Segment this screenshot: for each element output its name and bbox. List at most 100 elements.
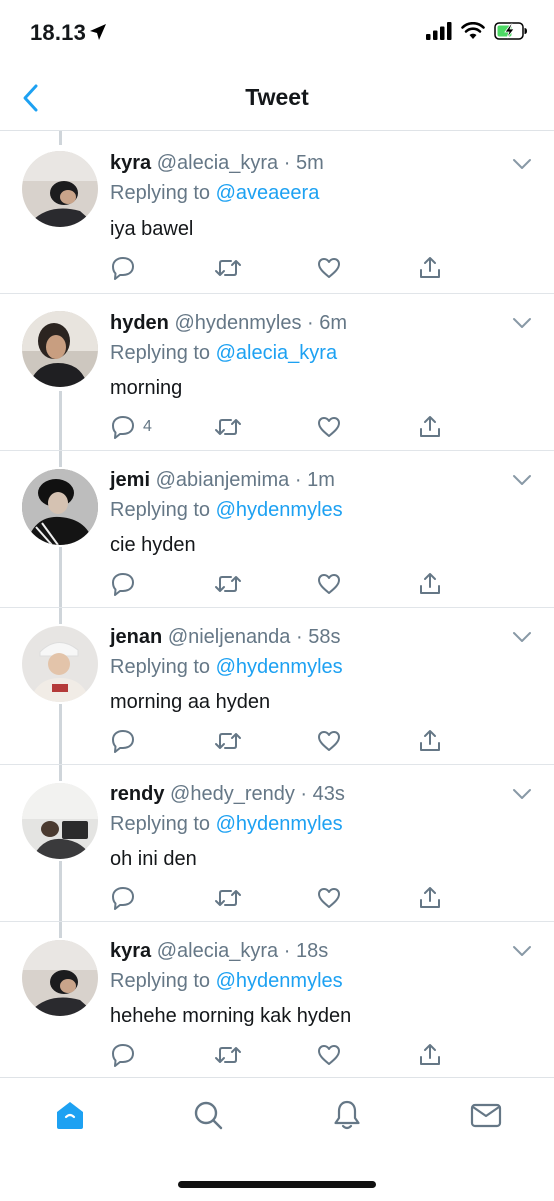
avatar[interactable] — [22, 151, 98, 227]
reply-icon — [112, 887, 134, 910]
chevron-down-icon[interactable] — [512, 157, 532, 171]
separator-dot: · — [278, 940, 296, 962]
mention-link[interactable]: @alecia_kyra — [216, 342, 337, 364]
tweet-text: hehehe morning kak hyden — [110, 1005, 352, 1027]
replying-to: Replying to @hydenmyles — [110, 656, 343, 679]
retweet-button[interactable] — [214, 1042, 242, 1068]
reply-button[interactable]: 4 — [110, 414, 152, 440]
retweet-button[interactable] — [214, 885, 242, 911]
thread-line — [59, 547, 62, 607]
display-name[interactable]: hyden — [110, 312, 169, 334]
share-button[interactable] — [417, 1042, 443, 1068]
reply-button[interactable] — [110, 728, 143, 754]
avatar[interactable] — [22, 626, 98, 702]
retweet-button[interactable] — [214, 728, 242, 754]
display-name[interactable]: jenan — [110, 626, 162, 648]
tweet-actions — [110, 571, 450, 599]
user-handle[interactable]: @nieljenanda — [168, 626, 291, 648]
mention-link[interactable]: @hydenmyles — [216, 970, 343, 992]
reply-button[interactable] — [110, 255, 143, 281]
tweet-text: morning aa hyden — [110, 691, 271, 713]
retweet-button[interactable] — [214, 414, 242, 440]
retweet-icon — [215, 260, 241, 276]
chevron-down-icon[interactable] — [512, 630, 532, 644]
like-button[interactable] — [316, 1042, 342, 1068]
user-handle[interactable]: @alecia_kyra — [157, 940, 278, 962]
share-button[interactable] — [417, 571, 443, 597]
heart-icon — [318, 258, 340, 278]
share-button[interactable] — [417, 885, 443, 911]
mention-link[interactable]: @aveaeera — [216, 182, 320, 204]
retweet-icon — [215, 576, 241, 592]
tweet[interactable]: kyra @alecia_kyra · 5m Replying to @avea… — [0, 131, 554, 294]
like-button[interactable] — [316, 414, 342, 440]
replying-label: Replying to — [110, 970, 211, 992]
home-icon[interactable] — [53, 1098, 87, 1132]
separator-dot: · — [289, 469, 308, 491]
tweet[interactable]: jemi @abianjemima · 1m Replying to @hyde… — [0, 451, 554, 608]
tweet[interactable]: rendy @hedy_rendy · 43s Replying to @hyd… — [0, 765, 554, 922]
heart-icon — [318, 888, 340, 908]
tweet-text: iya bawel — [110, 218, 194, 240]
share-icon — [420, 257, 440, 278]
retweet-button[interactable] — [214, 255, 242, 281]
bell-icon[interactable] — [330, 1098, 364, 1132]
tweet-actions — [110, 885, 450, 913]
like-button[interactable] — [316, 571, 342, 597]
tweet[interactable]: kyra @alecia_kyra · 18s Replying to @hyd… — [0, 922, 554, 1078]
tweet[interactable]: jenan @nieljenanda · 58s Replying to @hy… — [0, 608, 554, 765]
like-button[interactable] — [316, 255, 342, 281]
share-button[interactable] — [417, 255, 443, 281]
separator-dot: · — [290, 626, 309, 648]
chevron-down-icon[interactable] — [512, 787, 532, 801]
search-icon[interactable] — [191, 1098, 225, 1132]
display-name[interactable]: jemi — [110, 469, 150, 491]
tweet-header: kyra @alecia_kyra · 5m — [110, 152, 324, 175]
tweet-actions — [110, 255, 450, 283]
user-handle[interactable]: @alecia_kyra — [157, 152, 278, 174]
battery-charging-icon — [494, 22, 527, 40]
thread-line — [59, 451, 62, 467]
share-icon — [420, 416, 440, 437]
tweet-time: 1m — [307, 469, 335, 491]
chevron-down-icon[interactable] — [512, 944, 532, 958]
tweet-time: 5m — [295, 152, 324, 174]
chevron-down-icon[interactable] — [512, 316, 532, 330]
display-name[interactable]: kyra — [110, 940, 151, 962]
tweet-actions — [110, 1042, 450, 1070]
like-button[interactable] — [316, 728, 342, 754]
reply-button[interactable] — [110, 885, 143, 911]
mention-link[interactable]: @hydenmyles — [216, 813, 343, 835]
user-handle[interactable]: @abianjemima — [156, 469, 290, 491]
replying-label: Replying to — [110, 342, 211, 364]
replying-to: Replying to @hydenmyles — [110, 970, 343, 993]
mention-link[interactable]: @hydenmyles — [216, 656, 343, 678]
chevron-down-icon[interactable] — [512, 473, 532, 487]
thread-line — [59, 131, 62, 145]
user-handle[interactable]: @hedy_rendy — [170, 783, 295, 805]
display-name[interactable]: rendy — [110, 783, 164, 805]
reply-button[interactable] — [110, 1042, 143, 1068]
reply-icon — [112, 1044, 134, 1067]
tweet-actions — [110, 728, 450, 756]
avatar[interactable] — [22, 783, 98, 859]
mail-icon[interactable] — [469, 1098, 503, 1132]
retweet-icon — [215, 1047, 241, 1063]
display-name[interactable]: kyra — [110, 152, 151, 174]
avatar[interactable] — [22, 469, 98, 545]
tweet[interactable]: hyden @hydenmyles · 6m Replying to @alec… — [0, 294, 554, 451]
reply-button[interactable] — [110, 571, 143, 597]
replying-to: Replying to @hydenmyles — [110, 499, 343, 522]
replying-label: Replying to — [110, 499, 211, 521]
like-button[interactable] — [316, 885, 342, 911]
avatar[interactable] — [22, 311, 98, 387]
heart-icon — [318, 1045, 340, 1065]
share-button[interactable] — [417, 728, 443, 754]
tweet-text: cie hyden — [110, 534, 196, 556]
share-button[interactable] — [417, 414, 443, 440]
user-handle[interactable]: @hydenmyles — [174, 312, 301, 334]
mention-link[interactable]: @hydenmyles — [216, 499, 343, 521]
retweet-button[interactable] — [214, 571, 242, 597]
replying-label: Replying to — [110, 182, 211, 204]
avatar[interactable] — [22, 940, 98, 1016]
